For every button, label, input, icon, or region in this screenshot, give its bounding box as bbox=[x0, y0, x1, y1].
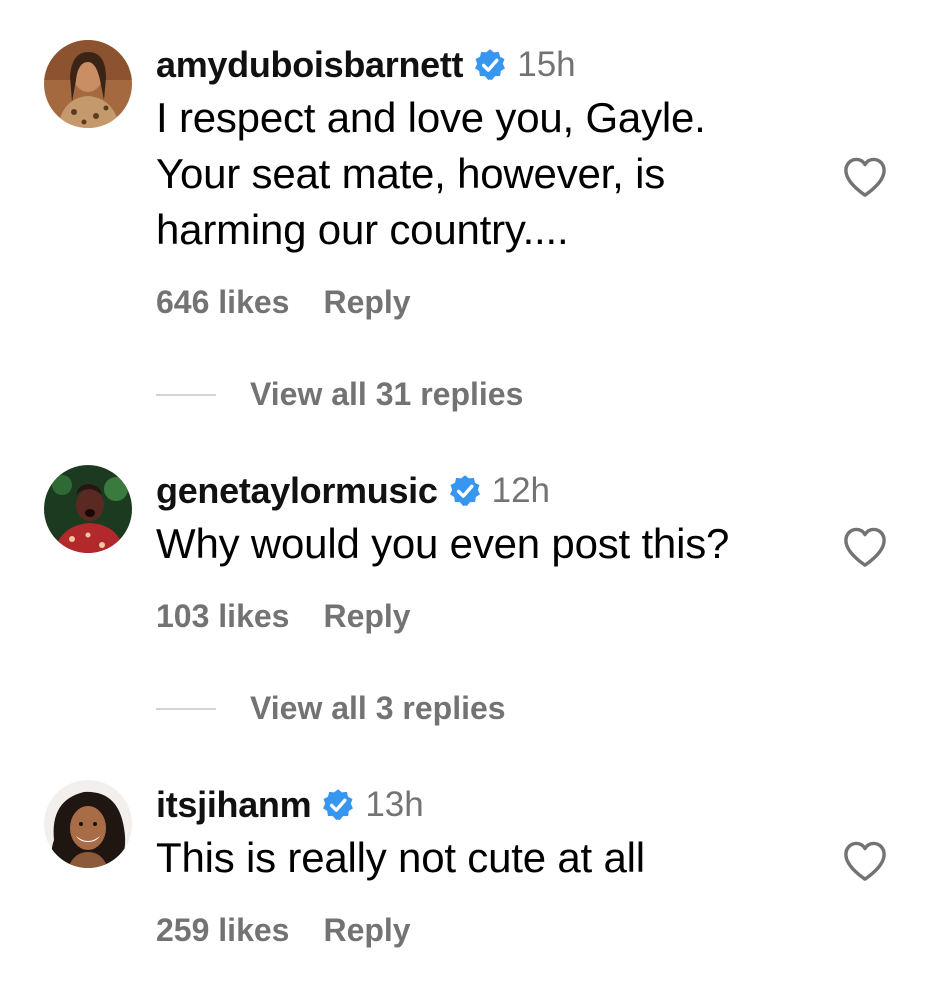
verified-badge-icon bbox=[473, 48, 507, 82]
like-heart-icon[interactable] bbox=[842, 156, 888, 198]
likes-count[interactable]: 259 likes bbox=[156, 912, 289, 949]
comment-text: This is really not cute at all bbox=[156, 830, 816, 886]
avatar[interactable] bbox=[44, 780, 132, 868]
view-replies-button[interactable]: View all 3 replies bbox=[156, 690, 506, 727]
comment-header: itsjihanm 13h bbox=[156, 780, 816, 830]
reply-button[interactable]: Reply bbox=[323, 912, 410, 949]
timestamp: 13h bbox=[365, 785, 424, 824]
username[interactable]: amyduboisbarnett bbox=[156, 44, 464, 86]
username[interactable]: genetaylormusic bbox=[156, 470, 438, 512]
replies-divider bbox=[156, 707, 216, 710]
likes-count[interactable]: 103 likes bbox=[156, 598, 289, 635]
avatar[interactable] bbox=[44, 465, 132, 553]
comment-text-line: harming our country.... bbox=[156, 206, 569, 253]
comment-text-line: I respect and love you, Gayle. bbox=[156, 94, 706, 141]
comment-meta: 646 likes Reply bbox=[156, 284, 411, 321]
comment-text: I respect and love you, Gayle. Your seat… bbox=[156, 90, 816, 258]
comment-body: amyduboisbarnett 15h I respect and love … bbox=[156, 40, 816, 258]
comment-body: genetaylormusic 12h Why would you even p… bbox=[156, 466, 816, 572]
verified-badge-icon bbox=[321, 788, 355, 822]
reply-button[interactable]: Reply bbox=[323, 284, 410, 321]
timestamp: 15h bbox=[517, 45, 576, 84]
comment-text-line: This is really not cute at all bbox=[156, 834, 645, 881]
view-replies-button[interactable]: View all 31 replies bbox=[156, 376, 523, 413]
view-replies-label[interactable]: View all 3 replies bbox=[250, 690, 506, 727]
like-heart-icon[interactable] bbox=[842, 526, 888, 568]
verified-badge-icon bbox=[448, 474, 482, 508]
comment-meta: 259 likes Reply bbox=[156, 912, 411, 949]
view-replies-label[interactable]: View all 31 replies bbox=[250, 376, 523, 413]
like-heart-icon[interactable] bbox=[842, 840, 888, 882]
comment-text-line: Your seat mate, however, is bbox=[156, 150, 665, 197]
comment-header: genetaylormusic 12h bbox=[156, 466, 816, 516]
replies-divider bbox=[156, 393, 216, 396]
avatar[interactable] bbox=[44, 40, 132, 128]
reply-button[interactable]: Reply bbox=[323, 598, 410, 635]
timestamp: 12h bbox=[491, 471, 551, 510]
comment-meta: 103 likes Reply bbox=[156, 598, 411, 635]
likes-count[interactable]: 646 likes bbox=[156, 284, 289, 321]
comment-body: itsjihanm 13h This is really not cute at… bbox=[156, 780, 816, 886]
comment-text: Why would you even post this? bbox=[156, 516, 816, 572]
username[interactable]: itsjihanm bbox=[156, 784, 312, 826]
comment-header: amyduboisbarnett 15h bbox=[156, 40, 816, 90]
comment-text-line: Why would you even post this? bbox=[156, 520, 730, 567]
